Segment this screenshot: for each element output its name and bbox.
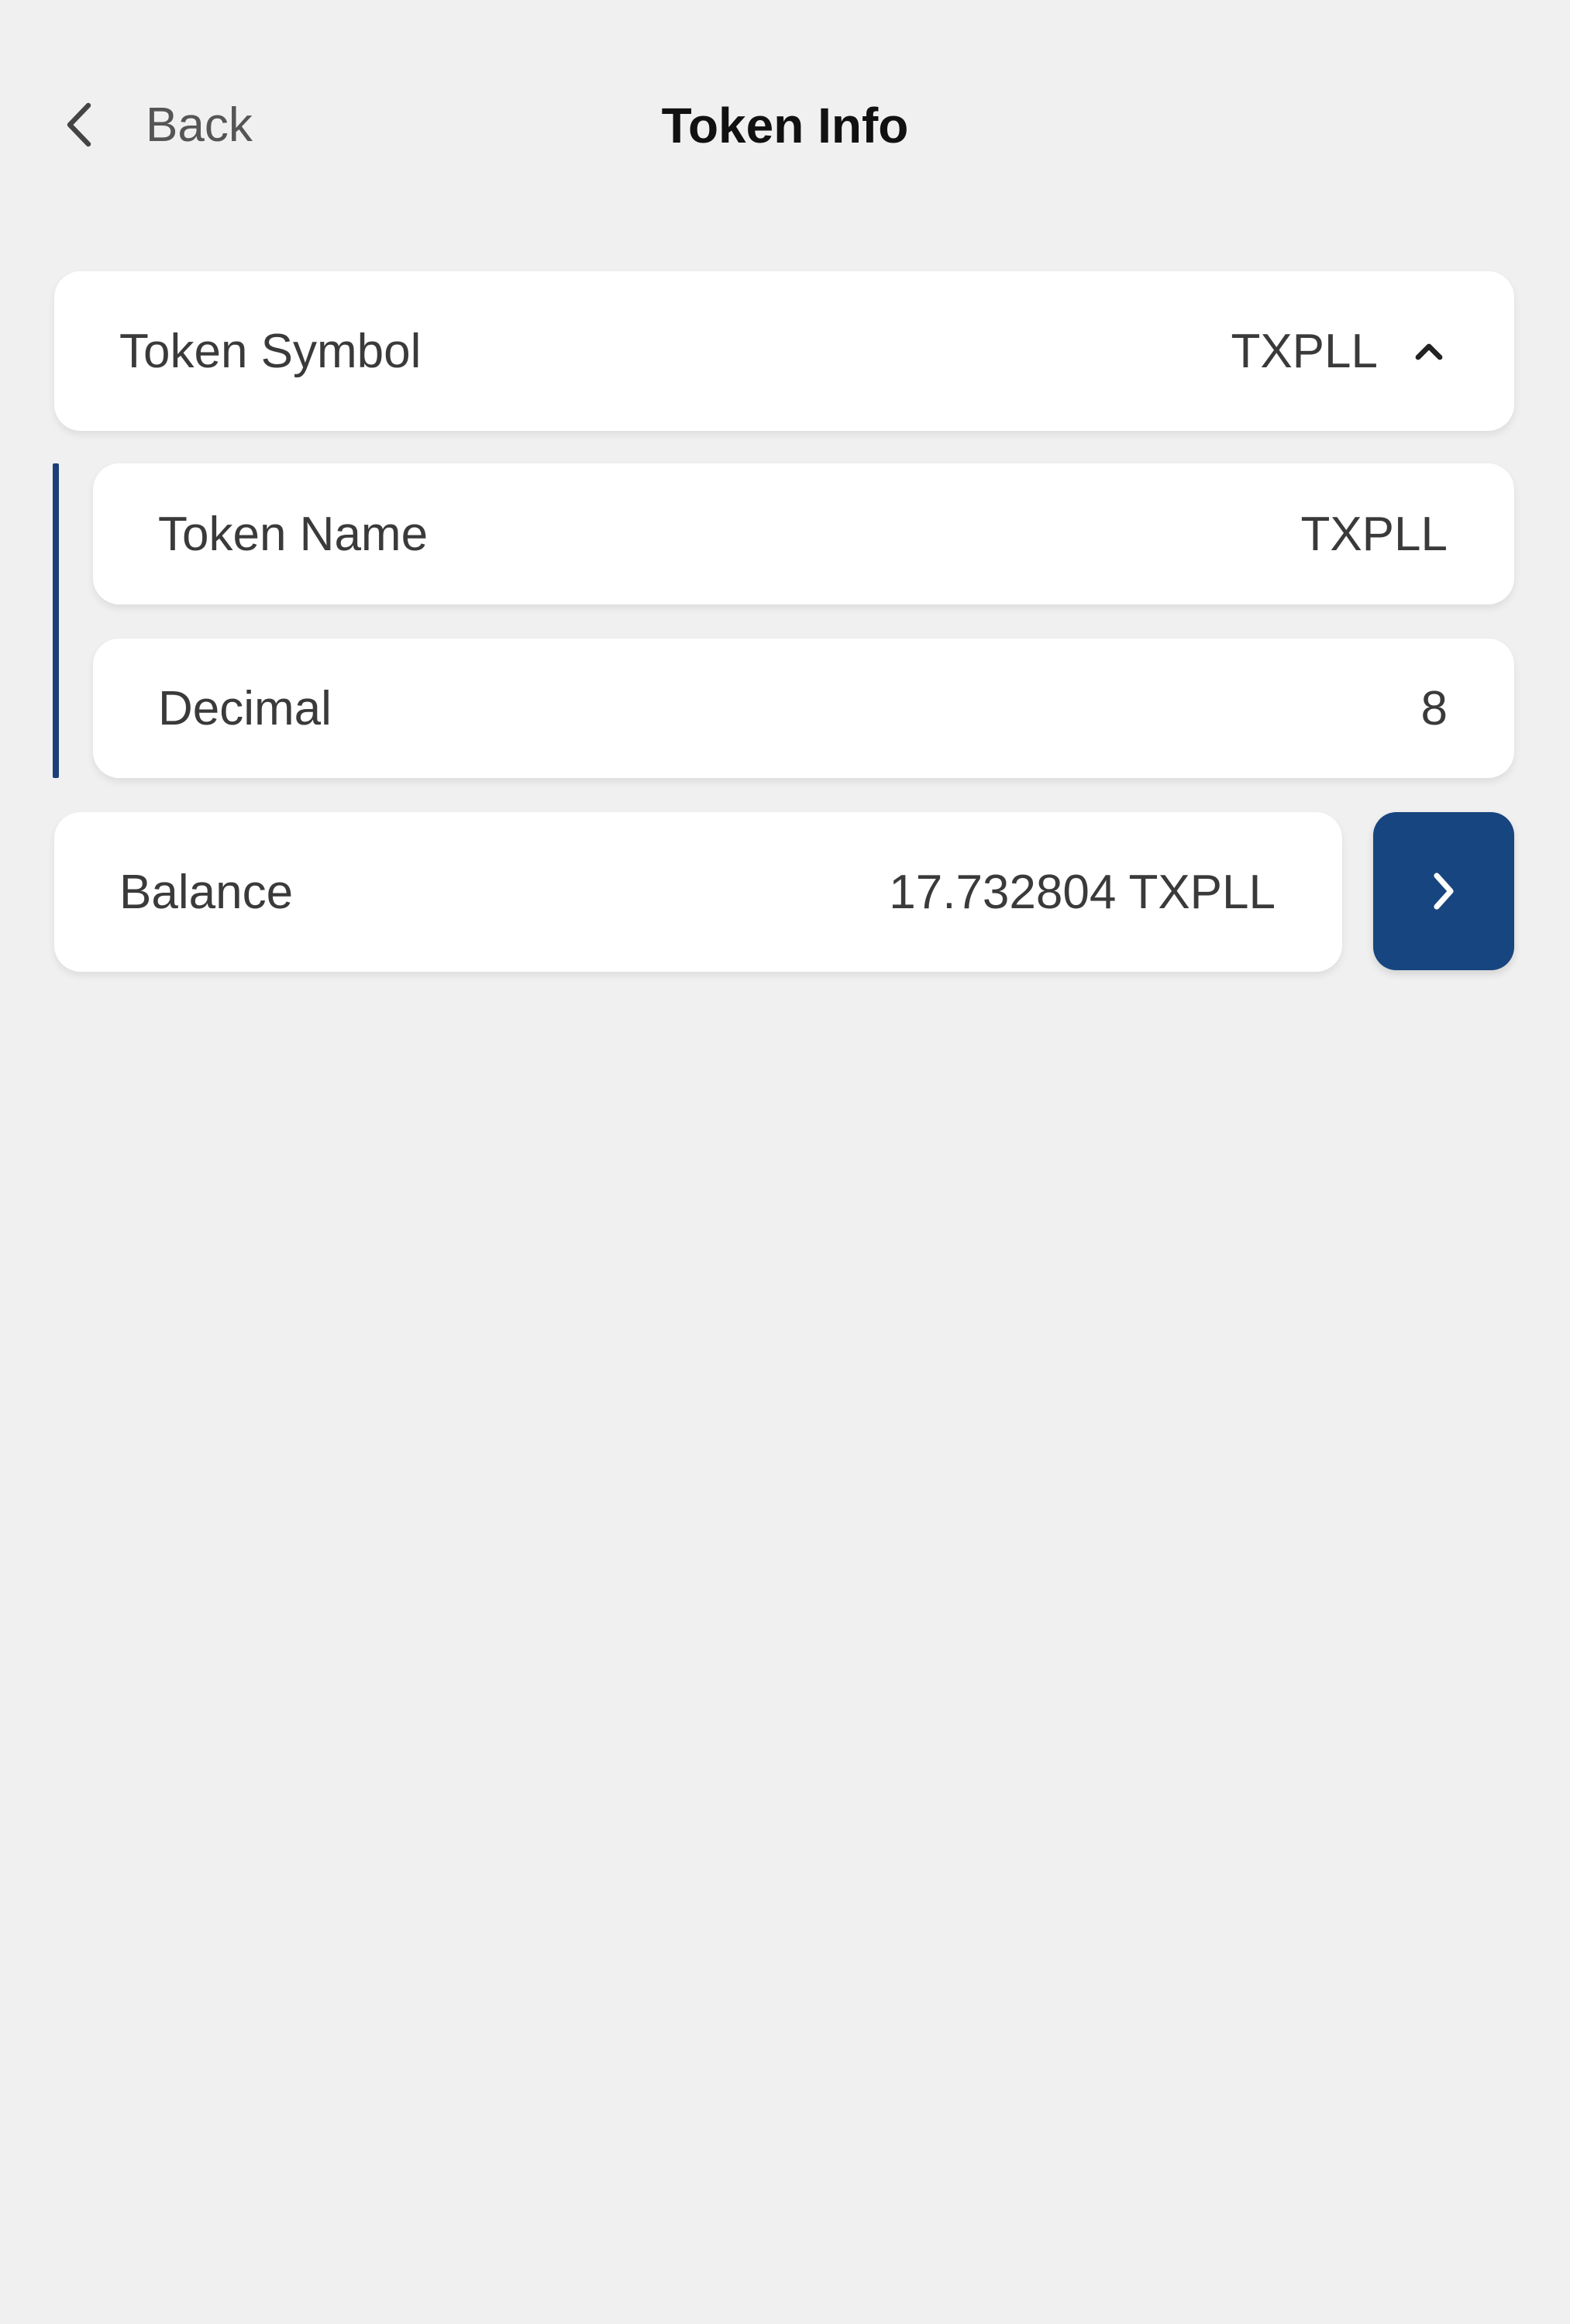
token-info-screen: Back Token Info Token Symbol TXPLL Token… xyxy=(0,0,1570,2324)
token-symbol-value-group: TXPLL xyxy=(1231,324,1446,379)
expanded-section-indicator xyxy=(53,463,59,778)
token-symbol-row[interactable]: Token Symbol TXPLL xyxy=(54,271,1514,431)
balance-details-button[interactable] xyxy=(1373,812,1514,970)
chevron-right-icon xyxy=(1434,873,1454,910)
header: Back Token Info xyxy=(0,77,1570,170)
token-name-row: Token Name TXPLL xyxy=(93,463,1514,604)
token-symbol-value: TXPLL xyxy=(1231,324,1378,378)
caret-up-icon[interactable] xyxy=(1412,340,1446,362)
token-name-value: TXPLL xyxy=(1300,507,1448,561)
token-symbol-label: Token Symbol xyxy=(119,324,422,378)
balance-label: Balance xyxy=(119,865,294,919)
balance-value: 17.732804 TXPLL xyxy=(889,865,1276,919)
decimal-row: Decimal 8 xyxy=(93,639,1514,778)
page-title: Token Info xyxy=(661,98,909,153)
decimal-value: 8 xyxy=(1420,681,1448,735)
token-name-label: Token Name xyxy=(158,507,429,561)
decimal-label: Decimal xyxy=(158,681,332,735)
balance-row: Balance 17.732804 TXPLL xyxy=(54,812,1342,972)
